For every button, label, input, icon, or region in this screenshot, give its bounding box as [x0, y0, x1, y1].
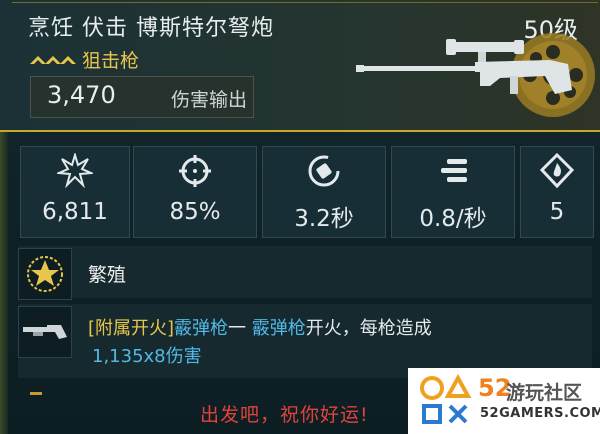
- stat-accuracy-value: 85%: [169, 199, 221, 225]
- alt-fire-dash: 一: [228, 318, 252, 339]
- alt-fire-damage: 1,135x8伤害: [92, 346, 202, 367]
- stat-fire-rate: 0.8/秒: [391, 146, 515, 238]
- alt-fire-weapon-1: 霰弹枪: [174, 318, 229, 339]
- watermark-name: 游玩社区: [506, 382, 583, 404]
- crosshair-icon: [179, 155, 211, 187]
- stat-reload-value: 3.2秒: [294, 206, 354, 232]
- flame-element-icon: [539, 153, 575, 189]
- stat-accuracy: 85%: [133, 146, 257, 238]
- alt-fire-weapon-2: 霰弹枪: [251, 318, 306, 339]
- playstation-symbols-logo-icon: [420, 374, 472, 424]
- rarity-chevrons-icon: [30, 56, 76, 64]
- damage-label: 伤害输出: [171, 89, 248, 111]
- damage-box: 3,470 伤害输出: [30, 76, 254, 118]
- flavor-text: 出发吧，祝你好运!: [200, 404, 369, 426]
- perk-icon-box: [18, 248, 72, 300]
- stat-reload: 3.2秒: [262, 146, 386, 238]
- alt-fire-prefix: [附属开火]: [88, 318, 175, 339]
- stat-fire-rate-value: 0.8/秒: [419, 206, 487, 232]
- watermark-url: 52GAMERS.COM: [480, 406, 600, 421]
- header-top-line: [12, 2, 598, 3]
- stat-damage: 6,811: [20, 146, 130, 238]
- reload-icon: [308, 155, 340, 187]
- alt-fire-rest: 开火，每枪造成: [305, 318, 432, 339]
- sniper-rifle-icon: [356, 39, 572, 94]
- weapon-card: 烹饪 伏击 博斯特尔弩炮 50级 狙击枪 3,470 伤害输出 6,811 85…: [0, 0, 600, 434]
- alt-fire-icon-box: [18, 306, 72, 358]
- weapon-type: 狙击枪: [82, 50, 140, 72]
- divider-mark: [30, 392, 42, 395]
- stat-damage-value: 6,811: [42, 199, 108, 225]
- weapon-name: 烹饪 伏击 博斯特尔弩炮: [28, 16, 274, 41]
- star-badge-icon: [27, 256, 63, 292]
- shotgun-icon: [23, 325, 67, 339]
- stat-element: 5: [520, 146, 594, 238]
- damage-value: 3,470: [47, 81, 116, 109]
- alt-fire-description: [附属开火]霰弹枪一 霰弹枪开火，每枪造成: [88, 314, 432, 340]
- bullets-icon: [441, 159, 467, 182]
- damage-burst-icon: [57, 153, 93, 189]
- perk-name: 繁殖: [88, 264, 127, 286]
- stat-element-value: 5: [549, 199, 565, 225]
